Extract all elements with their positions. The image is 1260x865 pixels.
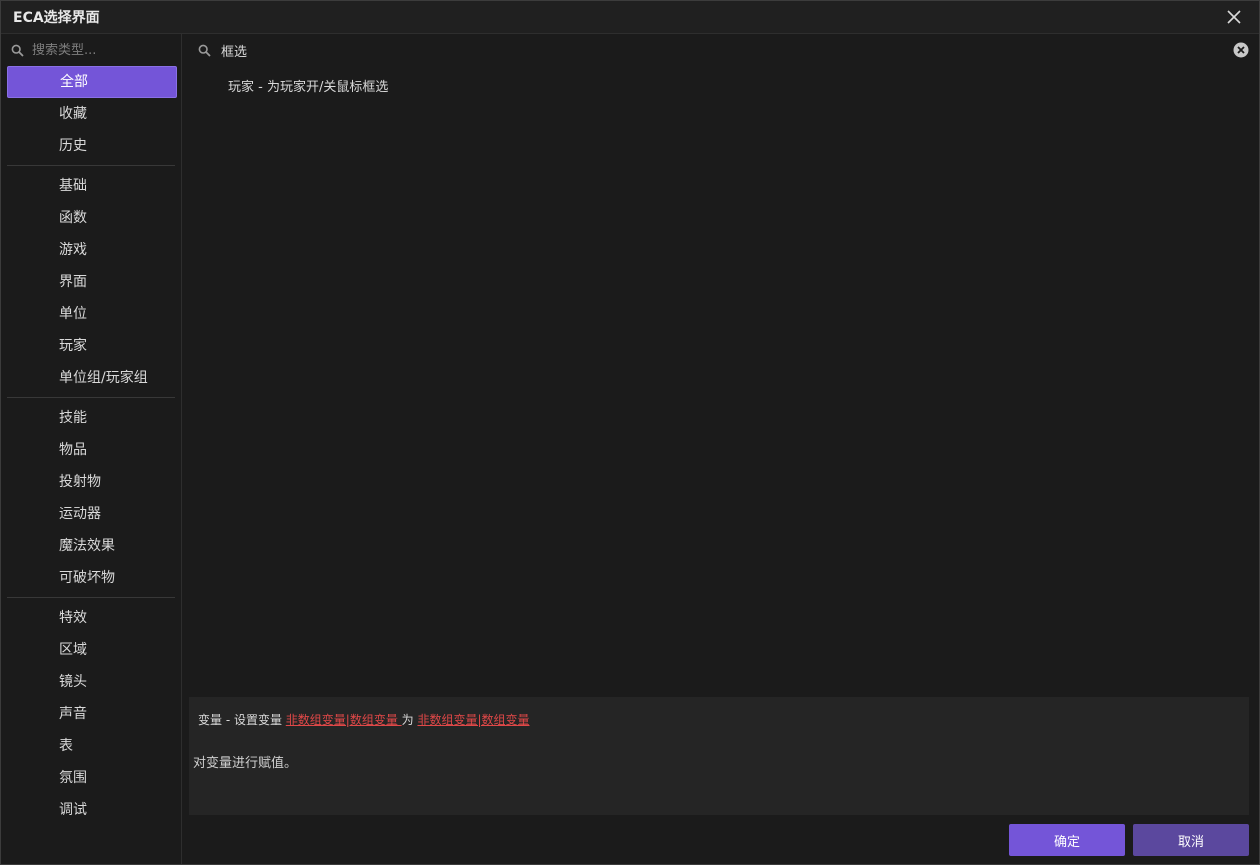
sidebar-item[interactable]: 单位 — [7, 298, 177, 330]
sidebar-item[interactable]: 调试 — [7, 794, 177, 826]
sidebar-divider — [7, 165, 175, 166]
function-search-input[interactable] — [221, 42, 1121, 58]
cancel-button[interactable]: 取消 — [1133, 824, 1249, 856]
category-list: 全部 收藏 历史基础 函数 游戏 界面 单位 玩家 单位组/玩家组 技能 物品 投射物 运动器 魔法效果可… — [1, 66, 181, 826]
ok-button[interactable]: 确定 — [1009, 824, 1125, 856]
sidebar-item[interactable]: 区域 — [7, 634, 177, 666]
sidebar-item[interactable]: 表 — [7, 730, 177, 762]
sidebar-item[interactable]: 魔法效果 — [7, 530, 177, 562]
sidebar-divider — [7, 597, 175, 598]
sidebar-item[interactable]: 特效 — [7, 602, 177, 634]
main-panel: 玩家 - 为玩家开/关鼠标框选 变量 - 设置变量 非数组变量|数组变量 为 非… — [182, 34, 1259, 864]
sidebar-divider — [7, 397, 175, 398]
title-bar: ECA选择界面 — [1, 1, 1259, 34]
eca-dialog: ECA选择界面 全部收藏历史基础函数游戏界面单位玩家单位组/玩家组技能物品投射物… — [0, 0, 1260, 865]
clear-search-icon — [1233, 42, 1249, 58]
close-button[interactable] — [1223, 6, 1245, 28]
sidebar-item[interactable]: 氛围 — [7, 762, 177, 794]
sidebar-item[interactable]: 单位组/玩家组 — [7, 362, 177, 394]
signature-prefix: 变量 - 设置变量 — [198, 713, 286, 727]
description-panel: 变量 - 设置变量 非数组变量|数组变量 为 非数组变量|数组变量 对变量进行赋… — [189, 697, 1249, 815]
category-search-input[interactable] — [32, 42, 172, 58]
category-sidebar: 全部收藏历史基础函数游戏界面单位玩家单位组/玩家组技能物品投射物运动器魔法效果可… — [1, 34, 182, 864]
sidebar-item[interactable]: 镜头 — [7, 666, 177, 698]
function-description: 对变量进行赋值。 — [193, 756, 298, 771]
signature-middle: 为 — [401, 713, 418, 727]
sidebar-item[interactable]: 收藏 — [7, 98, 177, 130]
sidebar-item[interactable]: 物品 — [7, 434, 177, 466]
close-icon — [1227, 10, 1241, 24]
result-item[interactable]: 玩家 - 为玩家开/关鼠标框选 — [228, 76, 388, 95]
category-search — [1, 34, 181, 66]
sidebar-item[interactable]: 游戏 — [7, 234, 177, 266]
search-icon — [11, 44, 24, 57]
sidebar-item[interactable]: 运动器 — [7, 498, 177, 530]
sidebar-item[interactable]: 函数 — [7, 202, 177, 234]
param-link-variable[interactable]: 非数组变量|数组变量 — [286, 713, 402, 727]
param-link-value[interactable]: 非数组变量|数组变量 — [417, 713, 529, 727]
sidebar-item[interactable]: 历史 — [7, 130, 177, 162]
sidebar-item[interactable]: 玩家 — [7, 330, 177, 362]
sidebar-item[interactable]: 声音 — [7, 698, 177, 730]
sidebar-item[interactable]: 界面 — [7, 266, 177, 298]
search-icon — [198, 44, 211, 57]
sidebar-item[interactable]: 全部 — [7, 66, 177, 98]
sidebar-item[interactable]: 投射物 — [7, 466, 177, 498]
function-signature: 变量 - 设置变量 非数组变量|数组变量 为 非数组变量|数组变量 — [198, 711, 530, 728]
sidebar-item[interactable]: 基础 — [7, 170, 177, 202]
clear-search-button[interactable] — [1233, 42, 1249, 58]
sidebar-item[interactable]: 技能 — [7, 402, 177, 434]
window-title: ECA选择界面 — [13, 10, 100, 26]
function-search — [182, 34, 1259, 66]
sidebar-item[interactable]: 可破坏物 — [7, 562, 177, 594]
